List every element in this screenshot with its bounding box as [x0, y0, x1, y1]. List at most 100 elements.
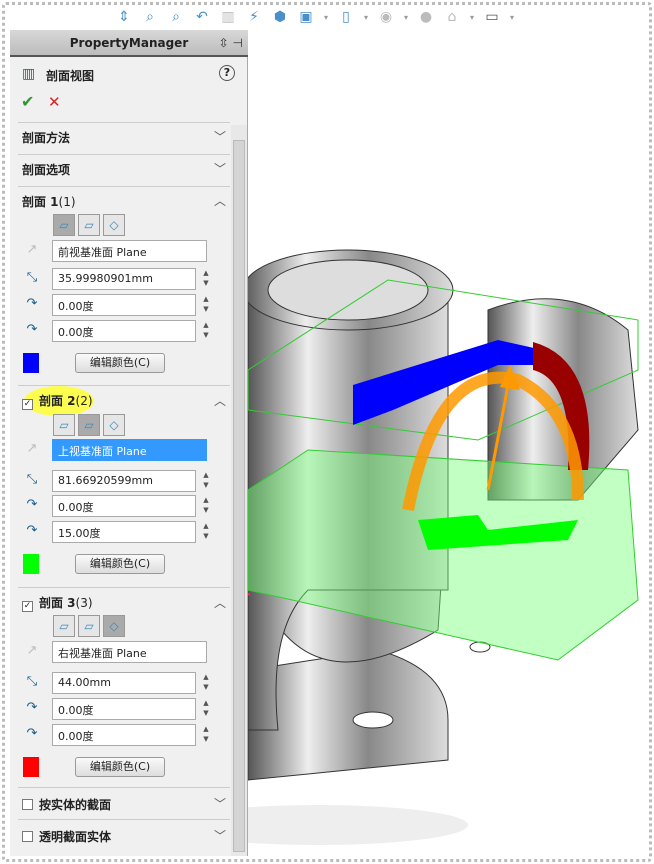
section-1-edit-color-button[interactable]: 编辑颜色(C) — [75, 353, 165, 373]
chevron-up-icon[interactable]: ︿ — [214, 594, 226, 611]
view-cube-icon[interactable]: ⬢ — [271, 8, 289, 26]
chevron-down-icon[interactable]: ▾ — [509, 8, 515, 26]
section-3-rotx-input[interactable]: 0.00度 — [52, 698, 196, 720]
section-3-distance-input[interactable]: 44.00mm — [52, 672, 196, 694]
dynamic-annotation-icon[interactable]: ⚡ — [245, 8, 263, 26]
distance-icon: ⤡ — [26, 472, 38, 487]
front-plane-button[interactable]: ▱ — [53, 214, 75, 236]
transparent-checkbox[interactable] — [22, 831, 33, 842]
section-2-plane-field[interactable]: 上视基准面 Plane — [52, 439, 207, 461]
view-orientation-icon[interactable]: ⇕ — [115, 8, 133, 26]
section-1-label: 剖面 1 — [22, 195, 59, 209]
graphics-viewport[interactable] — [248, 30, 648, 856]
section-1-distance-input[interactable]: 35.99980901mm — [52, 268, 196, 290]
section-3-checkbox[interactable]: ✓ — [22, 601, 33, 612]
top-plane-button[interactable]: ▱ — [78, 615, 100, 637]
chevron-up-icon[interactable]: ︿ — [214, 192, 226, 209]
ok-button[interactable]: ✔ — [21, 92, 34, 111]
chevron-down-icon[interactable]: ﹀ — [214, 160, 226, 177]
display-style-icon[interactable]: ▣ — [297, 8, 315, 26]
group-section-method[interactable]: 剖面方法 — [22, 129, 70, 146]
reverse-direction-icon[interactable]: ↗ — [23, 441, 41, 459]
reverse-direction-icon[interactable]: ↗ — [23, 643, 41, 661]
top-plane-button[interactable]: ▱ — [78, 414, 100, 436]
section-1-count: (1) — [58, 195, 76, 209]
section-1-rotx-input[interactable]: 0.00度 — [52, 294, 196, 316]
chevron-down-icon[interactable]: ▾ — [363, 8, 369, 26]
shadow — [248, 805, 468, 845]
section-1-color-swatch — [23, 353, 39, 373]
zoom-fit-icon[interactable]: ⌕ — [141, 8, 159, 26]
panel-scrollbar[interactable] — [231, 125, 247, 856]
hide-show-icon[interactable]: ▯ — [337, 8, 355, 26]
rotate-x-icon: ↷ — [26, 497, 38, 512]
section-view-icon: ▥ — [22, 66, 36, 82]
edit-appearance-icon[interactable]: ● — [417, 8, 435, 26]
by-body-checkbox[interactable] — [22, 799, 33, 810]
section-2-edit-color-button[interactable]: 编辑颜色(C) — [75, 554, 165, 574]
right-plane-button[interactable]: ◇ — [103, 414, 125, 436]
section-2-checkbox[interactable]: ✓ — [22, 399, 33, 410]
group-section-options[interactable]: 剖面选项 — [22, 161, 70, 178]
chevron-up-icon[interactable]: ︿ — [214, 392, 226, 409]
section-2-label: 剖面 2 — [39, 394, 76, 408]
spinner[interactable]: ▲ ▼ — [200, 495, 212, 517]
spinner[interactable]: ▲ ▼ — [200, 698, 212, 720]
right-plane-button[interactable]: ◇ — [103, 615, 125, 637]
section-2-count: (2) — [75, 394, 93, 408]
section-3-edit-color-button[interactable]: 编辑颜色(C) — [75, 757, 165, 777]
right-plane-button[interactable]: ◇ — [103, 214, 125, 236]
spinner[interactable]: ▲ ▼ — [200, 521, 212, 543]
front-plane-button[interactable]: ▱ — [53, 615, 75, 637]
section-3-label: 剖面 3 — [39, 596, 76, 610]
distance-icon: ⤡ — [26, 270, 38, 285]
spinner[interactable]: ▲ ▼ — [200, 268, 212, 290]
spinner[interactable]: ▲ ▼ — [200, 672, 212, 694]
section-2-roty-input[interactable]: 15.00度 — [52, 521, 196, 543]
pin-icon[interactable]: ⇳ ⊣ — [219, 36, 243, 50]
distance-icon: ⤡ — [26, 674, 38, 689]
section-3-plane-field[interactable]: 右视基准面 Plane — [52, 641, 207, 663]
section-1-roty-input[interactable]: 0.00度 — [52, 320, 196, 342]
front-plane-button[interactable]: ▱ — [53, 414, 75, 436]
top-plane-button[interactable]: ▱ — [78, 214, 100, 236]
eye-icon[interactable]: ◉ — [377, 8, 395, 26]
scrollbar-thumb[interactable] — [233, 140, 245, 852]
chevron-down-icon[interactable]: ▾ — [469, 8, 475, 26]
reverse-direction-icon[interactable]: ↗ — [23, 242, 41, 260]
section-3-roty-input[interactable]: 0.00度 — [52, 724, 196, 746]
chevron-down-icon[interactable]: ﹀ — [214, 795, 226, 812]
cancel-button[interactable]: ✕ — [48, 93, 61, 111]
section-2-color-swatch — [23, 554, 39, 574]
chevron-down-icon[interactable]: ▾ — [323, 8, 329, 26]
group-section-3[interactable]: ✓ 剖面 3(3) — [22, 594, 93, 612]
transparent-label: 透明截面实体 — [39, 830, 112, 844]
help-button[interactable]: ? — [219, 65, 235, 81]
chevron-down-icon[interactable]: ﹀ — [214, 827, 226, 844]
rotate-y-icon: ↷ — [26, 523, 38, 538]
feature-title: 剖面视图 — [46, 69, 95, 83]
group-transparent-bodies[interactable]: 透明截面实体 — [22, 828, 111, 845]
section-1-plane-field[interactable]: 前视基准面 Plane — [52, 240, 207, 262]
section-3-count: (3) — [75, 596, 93, 610]
rotate-x-icon: ↷ — [26, 700, 38, 715]
spinner[interactable]: ▲ ▼ — [200, 470, 212, 492]
section-2-rotx-input[interactable]: 0.00度 — [52, 495, 196, 517]
previous-view-icon[interactable]: ↶ — [193, 8, 211, 26]
property-manager-title: PropertyManager — [10, 30, 248, 57]
view-settings-icon[interactable]: ▭ — [483, 8, 501, 26]
flange — [248, 649, 449, 781]
section-view-icon[interactable]: ▥ — [219, 8, 237, 26]
apply-scene-icon[interactable]: ⌂ — [443, 8, 461, 26]
section-2-distance-input[interactable]: 81.66920599mm — [52, 470, 196, 492]
zoom-area-icon[interactable]: ⌕ — [167, 8, 185, 26]
chevron-down-icon[interactable]: ﹀ — [214, 128, 226, 145]
spinner[interactable]: ▲ ▼ — [200, 320, 212, 342]
top-pipe-bore — [267, 259, 429, 321]
group-section-1[interactable]: 剖面 1(1) — [22, 193, 76, 210]
group-section-2[interactable]: ✓ 剖面 2(2) — [22, 392, 93, 410]
group-section-by-body[interactable]: 按实体的截面 — [22, 796, 111, 813]
spinner[interactable]: ▲ ▼ — [200, 724, 212, 746]
spinner[interactable]: ▲ ▼ — [200, 294, 212, 316]
chevron-down-icon[interactable]: ▾ — [403, 8, 409, 26]
